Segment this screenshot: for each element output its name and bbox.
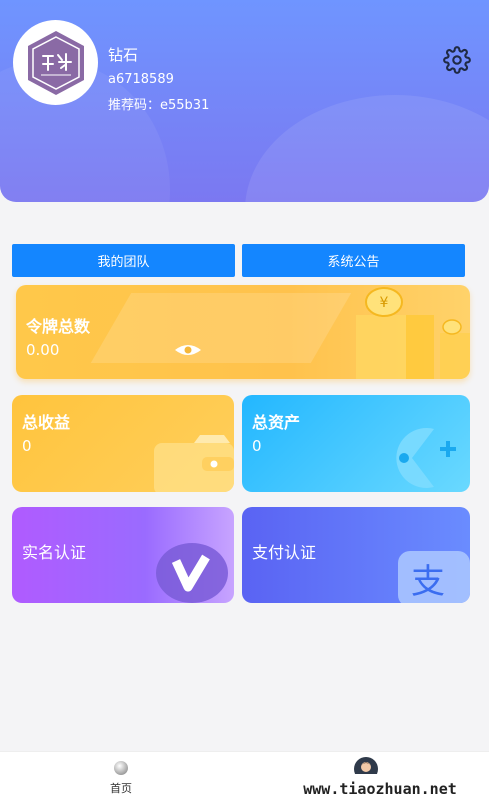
gamepad-icon [396,428,456,488]
token-total-card[interactable]: ¥ 令牌总数 0.00 [16,285,470,379]
tab-home[interactable]: 首页 [95,758,147,802]
avatar[interactable] [13,20,98,105]
total-assets-title: 总资产 [252,413,301,432]
svg-text:支: 支 [411,562,445,602]
token-total-title: 令牌总数 [26,317,91,336]
svg-text:¥: ¥ [380,295,389,311]
realname-verify-card[interactable]: 实名认证 [12,507,234,603]
alipay-icon: 支 [398,551,470,603]
payment-verify-card[interactable]: 支 支付认证 [242,507,470,603]
referral-code: 推荐码：e55b31 [108,98,210,113]
header-decoration [245,95,489,202]
token-total-value: 0.00 [26,341,60,359]
system-notice-button[interactable]: 系统公告 [242,244,465,277]
shop-logo-icon [27,30,84,95]
total-assets-value: 0 [252,437,262,455]
total-income-card[interactable]: 总收益 0 [12,395,234,492]
gear-icon[interactable] [443,46,471,74]
total-assets-card[interactable]: 总资产 0 [242,395,470,492]
wallet-icon [154,435,234,492]
coin-stack-icon: ¥ [356,287,470,379]
realname-verify-title: 实名认证 [22,543,87,562]
eye-icon[interactable] [174,343,202,357]
home-ball-icon [114,761,128,775]
user-id: a6718589 [108,72,174,87]
total-income-title: 总收益 [22,413,71,432]
tab-home-label: 首页 [110,782,132,795]
card-decoration [90,293,352,363]
my-team-button[interactable]: 我的团队 [12,244,235,277]
payment-verify-title: 支付认证 [252,543,317,562]
verified-v-icon [156,543,228,603]
member-level: 钻石 [108,46,139,64]
watermark-text: www.tiaozhuan.net [278,774,482,804]
total-income-value: 0 [22,437,32,455]
